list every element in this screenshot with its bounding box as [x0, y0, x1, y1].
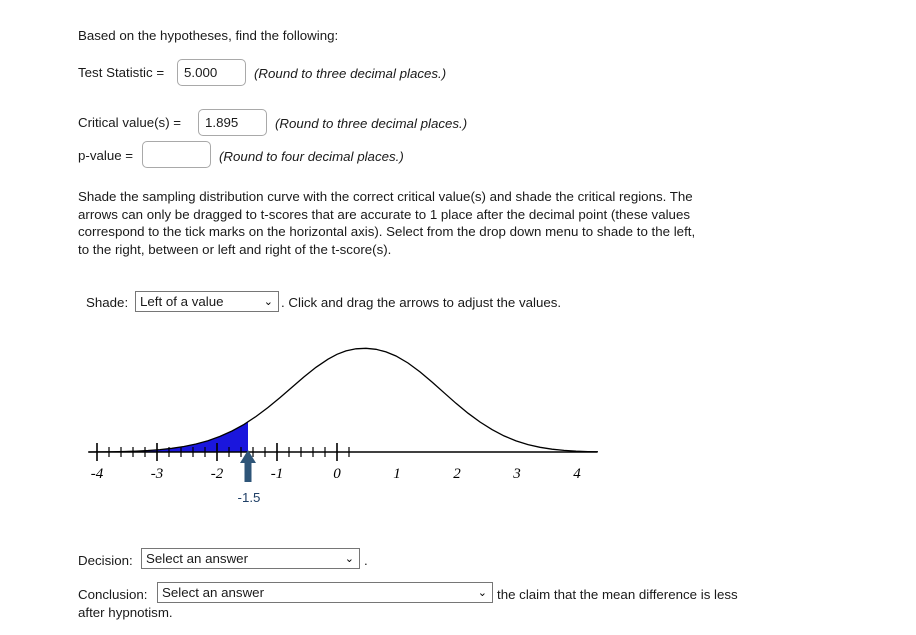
shade-select-wrapper: Left of a value ⌄ — [135, 291, 279, 312]
conclusion-trailing-line-1: the claim that the mean difference is le… — [497, 587, 738, 602]
test-statistic-label: Test Statistic = — [78, 65, 165, 80]
xtick-label: 0 — [333, 466, 341, 482]
arrow-value-label: -1.5 — [237, 490, 261, 505]
xtick-label: -4 — [90, 466, 104, 482]
xtick-label: 2 — [453, 466, 461, 482]
instructions-line-1: Shade the sampling distribution curve wi… — [78, 189, 693, 204]
intro-text: Based on the hypotheses, find the follow… — [78, 28, 339, 43]
decision-label: Decision: — [78, 553, 133, 568]
distribution-svg — [87, 347, 599, 482]
sampling-distribution-chart[interactable]: -4 -3 -2 -1 0 1 2 3 4 -1.5 — [78, 330, 608, 510]
instructions-line-4: to the right, between or left and right … — [78, 241, 392, 257]
xtick-label: -1 — [270, 466, 284, 482]
p-value-label: p-value = — [78, 148, 134, 163]
conclusion-select[interactable]: Select an answer — [157, 582, 493, 603]
decision-trailing-period: . — [364, 553, 368, 568]
test-statistic-hint: (Round to three decimal places.) — [254, 66, 447, 81]
decision-select[interactable]: Select an answer — [141, 548, 360, 569]
instructions-line-2: arrows can only be dragged to t-scores t… — [78, 206, 690, 222]
xtick-label: 4 — [573, 466, 581, 482]
p-value-hint: (Round to four decimal places.) — [219, 149, 404, 164]
xtick-label: -3 — [150, 466, 164, 482]
decision-select-wrapper: Select an answer ⌄ — [141, 548, 360, 569]
critical-value-hint: (Round to three decimal places.) — [275, 116, 468, 131]
shade-hint: . Click and drag the arrows to adjust th… — [281, 295, 562, 310]
shade-select[interactable]: Left of a value — [135, 291, 279, 312]
critical-value-input[interactable] — [198, 109, 267, 136]
critical-value-label: Critical value(s) = — [78, 115, 182, 130]
p-value-input[interactable] — [142, 141, 211, 168]
shade-label: Shade: — [86, 295, 129, 310]
instructions-line-3: correspond to the tick marks on the hori… — [78, 224, 696, 239]
shaded-critical-region — [95, 421, 248, 452]
draggable-arrow-icon[interactable] — [240, 450, 256, 482]
test-statistic-input[interactable] — [177, 59, 246, 86]
normal-curve — [87, 347, 599, 453]
xtick-label: 3 — [513, 466, 521, 482]
xtick-label: -2 — [210, 466, 224, 482]
conclusion-label: Conclusion: — [78, 587, 148, 602]
conclusion-select-wrapper: Select an answer ⌄ — [157, 582, 493, 603]
instructions-paragraph: Shade the sampling distribution curve wi… — [78, 188, 798, 258]
xtick-label: 1 — [393, 466, 401, 482]
worksheet-page: Based on the hypotheses, find the follow… — [0, 0, 916, 635]
conclusion-trailing-line-2: after hypnotism. — [78, 605, 173, 620]
